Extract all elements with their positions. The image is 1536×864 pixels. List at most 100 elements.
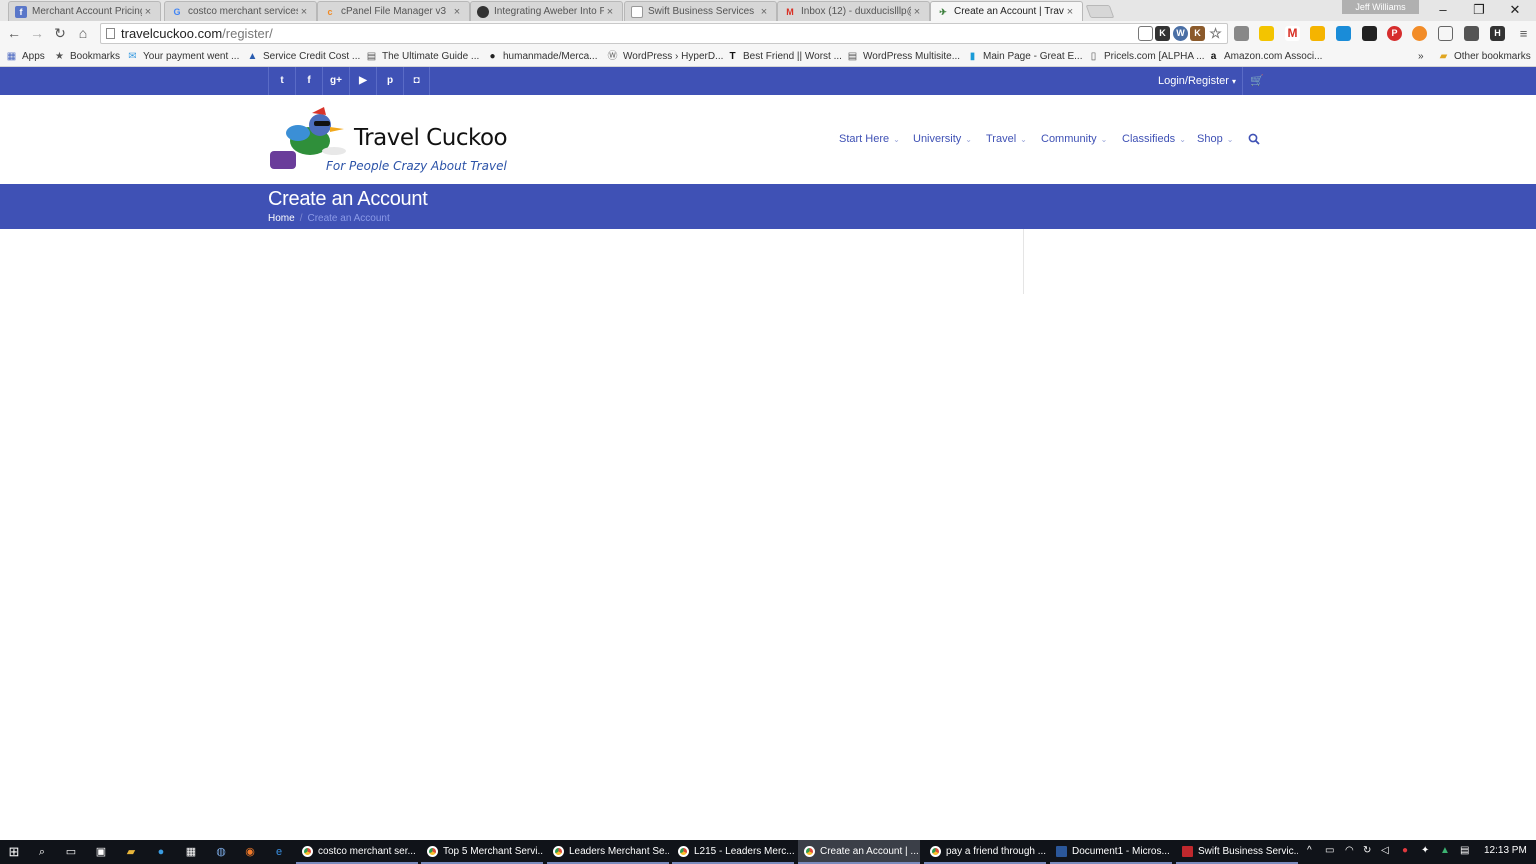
edge-icon[interactable]: e — [271, 844, 287, 860]
nav-item-shop[interactable]: Shop ⌄ — [1197, 133, 1233, 145]
search-icon[interactable]: ⌕ — [34, 844, 50, 860]
taskbar-app[interactable]: Swift Business Servic... — [1176, 840, 1298, 864]
home-icon[interactable]: ⌂ — [74, 25, 92, 41]
restore-icon[interactable]: ❐ — [1464, 2, 1494, 18]
bookmark-item[interactable]: a Amazon.com Associ... — [1208, 49, 1323, 64]
tray-app-icon[interactable]: ● — [1402, 845, 1408, 856]
profile-badge[interactable]: Jeff Williams — [1342, 0, 1419, 14]
chrome-menu-icon[interactable]: ≡ — [1516, 26, 1531, 41]
facebook-icon[interactable]: f — [295, 67, 322, 95]
close-window-icon[interactable]: ✕ — [1500, 2, 1530, 18]
taskbar-app-active[interactable]: Create an Account | ... — [798, 840, 920, 864]
extension-icon[interactable] — [1310, 26, 1325, 41]
extension-icon[interactable] — [1464, 26, 1479, 41]
tab-close-icon[interactable]: × — [298, 6, 310, 18]
drive-icon[interactable]: ▲ — [1440, 845, 1450, 856]
tab-close-icon[interactable]: × — [604, 6, 616, 18]
extension-icon[interactable] — [1234, 26, 1249, 41]
bookmark-item[interactable]: ★ Bookmarks — [54, 49, 120, 64]
task-view-icon[interactable]: ▭ — [63, 844, 79, 860]
bookmark-item[interactable]: ● humanmade/Merca... — [487, 49, 597, 64]
skype-icon[interactable]: ● — [153, 844, 169, 860]
extension-icon[interactable] — [1362, 26, 1377, 41]
pinterest-icon[interactable]: p — [376, 67, 403, 95]
new-tab-button[interactable] — [1085, 5, 1115, 18]
bookmark-item[interactable]: ▲ Service Credit Cost ... — [247, 49, 361, 64]
taskbar-clock[interactable]: 12:13 PM — [1484, 845, 1527, 856]
bookmark-item[interactable]: ▤ The Ultimate Guide ... — [366, 49, 480, 64]
volume-icon[interactable]: ◁ — [1381, 845, 1389, 856]
browser-tab[interactable]: G costco merchant services × — [164, 1, 317, 21]
sync-icon[interactable]: ↻ — [1363, 845, 1371, 856]
bookmark-item[interactable]: ▮ Main Page - Great E... — [967, 49, 1083, 64]
browser-tab-active[interactable]: ✈ Create an Account | Travel × — [930, 1, 1083, 21]
breadcrumb-home-link[interactable]: Home — [268, 213, 295, 224]
tab-close-icon[interactable]: × — [1064, 6, 1076, 18]
browser-tab[interactable]: Swift Business Services × — [624, 1, 777, 21]
file-explorer-icon[interactable]: ▰ — [123, 844, 139, 860]
extension-icon[interactable] — [1336, 26, 1351, 41]
reload-icon[interactable]: ↻ — [51, 25, 69, 42]
extension-icon[interactable]: H — [1490, 26, 1505, 41]
taskbar-app[interactable]: Document1 - Micros... — [1050, 840, 1172, 864]
bookmark-item[interactable]: T Best Friend || Worst ... — [727, 49, 842, 64]
browser-tab[interactable]: f Merchant Account Pricing × — [8, 1, 161, 21]
taskbar-app[interactable]: Leaders Merchant Se... — [547, 840, 669, 864]
nav-item-university[interactable]: University ⌄ — [913, 133, 972, 145]
bookmark-item[interactable]: Ⓦ WordPress › HyperD... — [607, 49, 724, 64]
notification-icon[interactable]: ▤ — [1460, 845, 1469, 856]
instagram-icon[interactable]: ◘ — [403, 67, 430, 95]
youtube-icon[interactable]: ▶ — [349, 67, 376, 95]
wordpress-extension-icon[interactable]: W — [1173, 26, 1188, 41]
search-icon[interactable] — [1248, 133, 1260, 145]
windows-start-icon[interactable]: ⊞ — [6, 844, 22, 860]
tray-chevron-up-icon[interactable]: ^ — [1307, 845, 1312, 856]
bookmark-apps[interactable]: ▦ Apps — [6, 49, 45, 64]
action-center-icon[interactable]: ▣ — [93, 844, 109, 860]
browser-tab[interactable]: M Inbox (12) - duxducislllp@ × — [777, 1, 930, 21]
bookmark-item[interactable]: ▯ Pricels.com [ALPHA ... — [1088, 49, 1205, 64]
firefox-icon[interactable]: ◉ — [242, 844, 258, 860]
forward-icon[interactable]: → — [28, 25, 46, 41]
bookmarks-overflow-button[interactable]: » — [1418, 49, 1424, 64]
back-icon[interactable]: ← — [5, 25, 23, 41]
nav-item-classifieds[interactable]: Classifieds ⌄ — [1122, 133, 1186, 145]
address-bar[interactable]: travelcuckoo.com /register/ — [100, 23, 1228, 44]
gmail-extension-icon[interactable]: M — [1285, 26, 1300, 41]
nav-item-travel[interactable]: Travel ⌄ — [986, 133, 1027, 145]
taskbar-app[interactable]: L215 - Leaders Merc... — [672, 840, 794, 864]
extension-icon[interactable] — [1412, 26, 1427, 41]
browser-tab[interactable]: Integrating Aweber Into P × — [470, 1, 623, 21]
bookmark-item[interactable]: ▤ WordPress Multisite... — [847, 49, 960, 64]
reader-icon[interactable] — [1138, 26, 1153, 41]
wifi-icon[interactable]: ◠ — [1345, 845, 1354, 856]
taskbar-app[interactable]: Top 5 Merchant Servi... — [421, 840, 543, 864]
twitter-icon[interactable]: t — [268, 67, 295, 95]
tab-close-icon[interactable]: × — [451, 6, 463, 18]
k-extension-icon[interactable]: K — [1155, 26, 1170, 41]
browser-tab[interactable]: c cPanel File Manager v3 × — [317, 1, 470, 21]
dropbox-icon[interactable]: ✦ — [1421, 845, 1429, 856]
login-register-menu[interactable]: Login/Register ▾ — [1152, 67, 1243, 95]
google-plus-icon[interactable]: g+ — [322, 67, 349, 95]
bookmark-star-icon[interactable]: ☆ — [1208, 26, 1223, 41]
other-bookmarks[interactable]: ▰ Other bookmarks — [1438, 49, 1531, 64]
nav-item-start-here[interactable]: Start Here ⌄ — [839, 133, 900, 145]
page-info-icon[interactable] — [106, 28, 115, 39]
battery-icon[interactable]: ▭ — [1325, 845, 1334, 856]
nav-item-community[interactable]: Community ⌄ — [1041, 133, 1107, 145]
taskbar-app[interactable]: pay a friend through ... — [924, 840, 1046, 864]
site-logo[interactable]: Travel Cuckoo For People Crazy About Tra… — [268, 103, 508, 175]
extension-icon[interactable] — [1259, 26, 1274, 41]
tab-close-icon[interactable]: × — [911, 6, 923, 18]
bookmark-item[interactable]: ✉ Your payment went ... — [127, 49, 239, 64]
minimize-icon[interactable]: – — [1428, 2, 1458, 17]
cart-icon[interactable]: 🛒 — [1248, 67, 1266, 95]
calculator-icon[interactable]: ▦ — [183, 844, 199, 860]
taskbar-app[interactable]: costco merchant ser... — [296, 840, 418, 864]
globe-icon[interactable]: ◍ — [213, 844, 229, 860]
tab-close-icon[interactable]: × — [758, 6, 770, 18]
cast-icon[interactable] — [1438, 26, 1453, 41]
tab-close-icon[interactable]: × — [142, 6, 154, 18]
k-extension-2-icon[interactable]: K — [1190, 26, 1205, 41]
